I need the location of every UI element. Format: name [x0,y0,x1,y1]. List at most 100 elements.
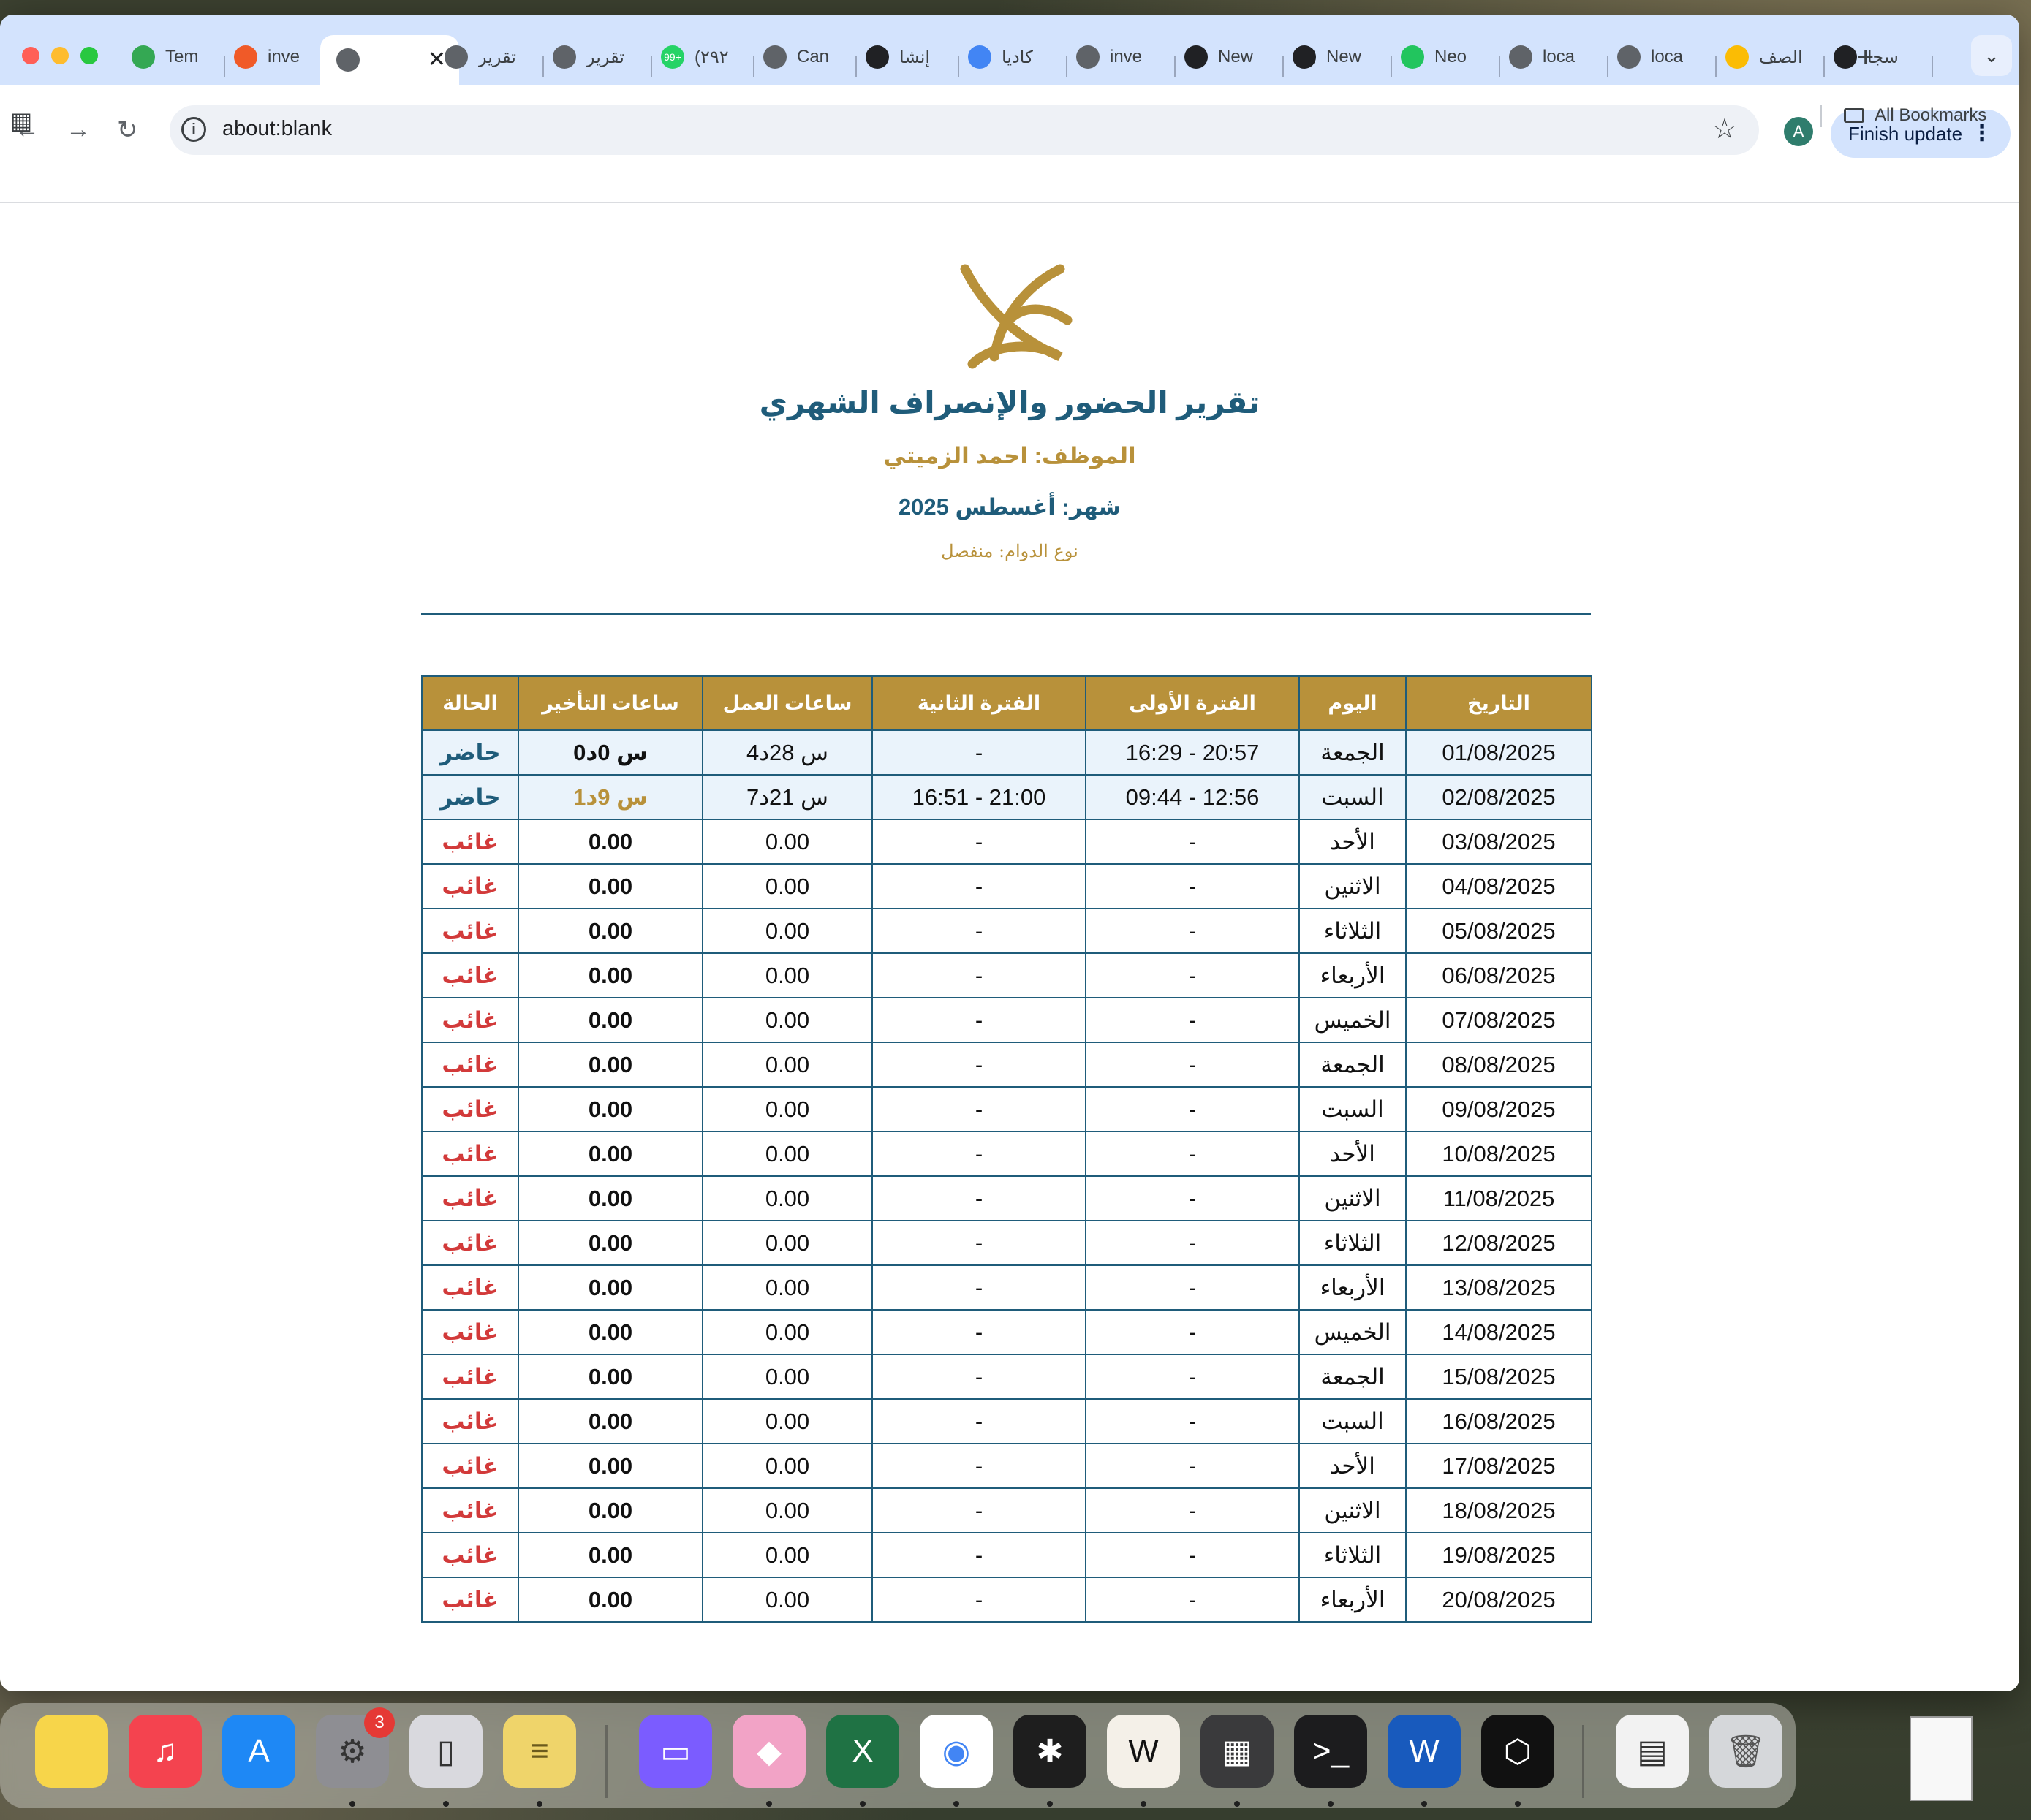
tab-2[interactable]: ✕ [320,35,459,85]
close-window-button[interactable] [22,47,39,64]
tab-8[interactable]: كاديا [968,37,1062,77]
cell-date: 11/08/2025 [1405,1175,1592,1221]
site-info-icon[interactable]: i [181,117,206,142]
bookmark-star-icon[interactable]: ☆ [1712,113,1737,145]
app-store-icon[interactable]: A [222,1715,295,1788]
tab-label: inve [1110,47,1143,67]
close-tab-icon[interactable]: ✕ [428,47,446,72]
cell-status: غائب [421,1086,519,1132]
cell-status: غائب [421,863,519,909]
running-indicator [537,1801,542,1807]
cube-app-icon[interactable]: ⬡ [1481,1715,1554,1788]
header-second-period: الفترة الثانية [871,675,1086,731]
tab-15[interactable]: الصف [1725,37,1819,77]
table-row: 20/08/2025 الأربعاء - -0.00 0.00 غائب [421,1577,1592,1623]
new-tab-button[interactable]: + [1857,42,1874,72]
openai-icon [1293,45,1316,69]
cell-work-hours: 4س 28د [702,729,873,776]
address-bar[interactable]: i about:blank ☆ [170,105,1759,155]
figma-icon[interactable]: ✱ [1013,1715,1086,1788]
tab-6[interactable]: Can [763,37,851,77]
tab-16[interactable]: سجا [1834,37,1927,77]
tab-11[interactable]: New [1293,37,1386,77]
table-row: 19/08/2025 الثلاثاء - -0.00 0.00 غائب [421,1532,1592,1578]
tab-13[interactable]: loca [1509,37,1603,77]
all-bookmarks-button[interactable]: All Bookmarks [1844,105,1986,126]
tab-separator [958,56,959,77]
cell-day: الثلاثاء [1298,908,1407,954]
word-icon[interactable]: W [1388,1715,1461,1788]
cell-second-period: 16:51 - 21:00 [871,774,1086,820]
warp-w-icon[interactable]: W [1107,1715,1180,1788]
screen-studio-icon[interactable]: ▭ [639,1715,712,1788]
tab-label: New [1218,47,1254,67]
header-late-hours: ساعات التأخير [518,675,703,731]
tab-9[interactable]: inve [1076,37,1170,77]
music-icon[interactable]: ♫ [129,1715,202,1788]
cell-work-hours: 0.00 [702,1086,873,1132]
iphone-mirroring-icon[interactable]: ▯ [409,1715,483,1788]
excel-icon[interactable]: X [826,1715,899,1788]
tab-strip: Tem inve ✕ تقرير تقرير 99+ (٢٩٢ Can إنشا كاديا inv… [0,15,2019,85]
cell-work-hours: 0.00 [702,1220,873,1266]
cell-status: غائب [421,952,519,998]
reload-button[interactable]: ↻ [117,115,138,145]
cell-work-hours: 0.00 [702,1398,873,1444]
running-indicator [443,1801,449,1807]
google-icon [968,45,991,69]
cell-day: الخميس [1298,997,1407,1043]
desktop-file-icon[interactable] [1910,1716,1973,1801]
cell-day: الأربعاء [1298,1264,1407,1311]
calculator-icon[interactable]: ▦ [1200,1715,1274,1788]
tab-label: إنشا [899,47,931,67]
trash-icon[interactable]: 🗑 [1709,1715,1782,1788]
cell-work-hours: 0.00 [702,1487,873,1533]
minimize-window-button[interactable] [51,47,69,64]
tab-4[interactable]: تقرير [553,37,646,77]
tab-search-button[interactable]: ⌄ [1971,35,2012,76]
cell-second-period: - [871,1042,1086,1088]
cell-second-period: - [871,1175,1086,1221]
cell-first-period: - [1085,1309,1300,1355]
stickies-icon[interactable]: ≡ [503,1715,576,1788]
cell-work-hours: 0.00 [702,1309,873,1355]
apps-grid-icon[interactable]: ▦ [10,107,32,134]
tab-12[interactable]: Neo [1401,37,1494,77]
document-thumbnail-icon[interactable]: ▤ [1616,1715,1689,1788]
fullscreen-window-button[interactable] [80,47,98,64]
running-indicator [1328,1801,1334,1807]
cell-work-hours: 0.00 [702,997,873,1043]
table-row: 01/08/2025 الجمعة 16:29 - 20:57-4س 28د 0س 0… [421,729,1592,776]
cell-date: 05/08/2025 [1405,908,1592,954]
cell-date: 03/08/2025 [1405,819,1592,865]
notes-icon[interactable] [35,1715,108,1788]
browser-window: Tem inve ✕ تقرير تقرير 99+ (٢٩٢ Can إنشا كاديا inv… [0,15,2019,1691]
cell-late-hours: 0.00 [518,908,703,954]
cell-work-hours: 0.00 [702,1175,873,1221]
chrome-icon[interactable]: ◉ [920,1715,993,1788]
tab-3[interactable]: تقرير [445,37,538,77]
terminal-icon[interactable]: >_ [1294,1715,1367,1788]
tab-1[interactable]: inve [234,37,322,77]
tab-0[interactable]: Tem [132,37,219,77]
cell-status: غائب [421,1220,519,1266]
cell-first-period: - [1085,863,1300,909]
globe-icon [553,45,576,69]
tab-label: كاديا [1002,47,1034,67]
tab-separator [224,56,225,77]
tab-7[interactable]: إنشا [866,37,953,77]
cell-first-period: 16:29 - 20:57 [1085,729,1300,776]
globe-icon [763,45,787,69]
cell-first-period: - [1085,1577,1300,1623]
tab-14[interactable]: loca [1617,37,1711,77]
cell-first-period: 09:44 - 12:56 [1085,774,1300,820]
tab-5[interactable]: 99+ (٢٩٢ [661,37,749,77]
gradient-app-icon[interactable]: ◆ [733,1715,806,1788]
header-day: اليوم [1298,675,1407,731]
cell-second-period: - [871,952,1086,998]
forward-button[interactable]: → [66,115,91,144]
profile-avatar[interactable]: A [1784,117,1813,146]
cell-first-period: - [1085,1443,1300,1489]
tab-10[interactable]: New [1184,37,1278,77]
cell-status: غائب [421,1264,519,1311]
